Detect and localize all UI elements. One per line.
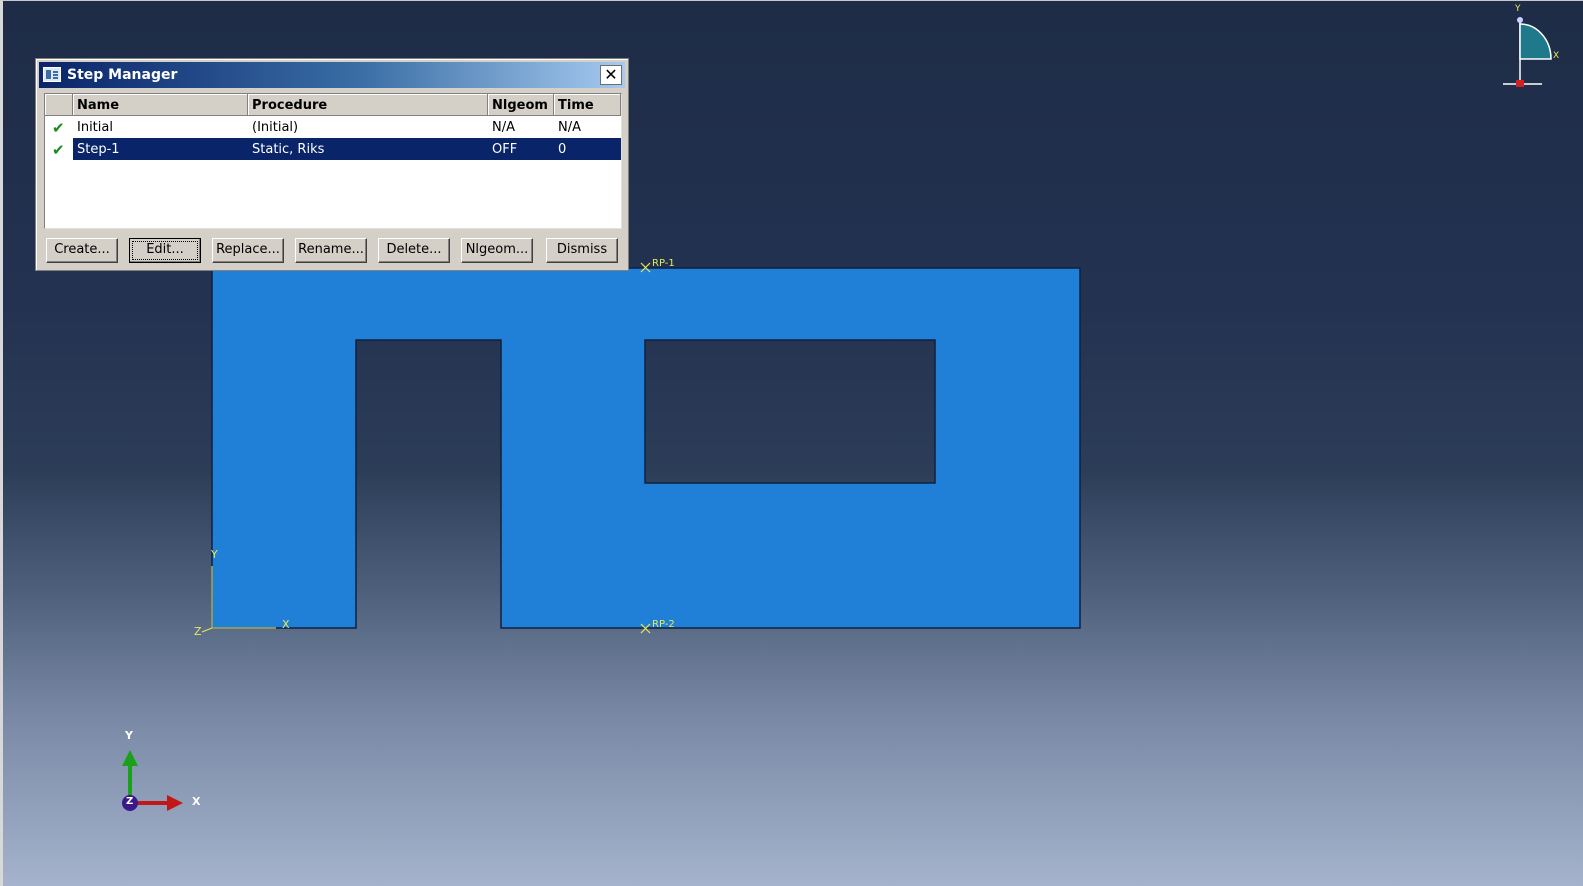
procedure-cell: (Initial) xyxy=(252,120,299,135)
nlgeom-column-header[interactable]: Nlgeom xyxy=(488,94,554,116)
table-header: Name Procedure Nlgeom Time xyxy=(45,94,621,116)
local-axis-z-label: Z xyxy=(194,625,202,638)
table-row[interactable]: ✔ Initial (Initial) N/A N/A xyxy=(45,116,621,138)
check-icon: ✔ xyxy=(52,119,65,137)
rename-button[interactable]: Rename... xyxy=(295,238,367,263)
procedure-cell: Static, Riks xyxy=(248,138,488,160)
step-manager-icon xyxy=(43,67,61,82)
rp2-label[interactable]: RP-2 xyxy=(652,619,675,630)
part-geometry[interactable] xyxy=(211,267,1081,629)
triad-x-label: X xyxy=(192,795,201,808)
time-cell: 0 xyxy=(554,138,621,160)
step-name-cell: Step-1 xyxy=(73,138,248,160)
triad-z-label: Z xyxy=(126,796,134,807)
local-axis-y-label: Y xyxy=(211,548,218,561)
steps-table[interactable]: Name Procedure Nlgeom Time ✔ Initial (In… xyxy=(44,93,622,229)
local-axis-x-label: X xyxy=(282,618,290,631)
table-row-selected[interactable]: ✔ Step-1 Static, Riks OFF 0 xyxy=(45,138,621,160)
create-button[interactable]: Create... xyxy=(46,238,118,263)
view-orientation-icon xyxy=(1503,17,1552,87)
replace-button[interactable]: Replace... xyxy=(212,238,284,263)
dismiss-button[interactable]: Dismiss xyxy=(546,238,618,263)
procedure-column-header[interactable]: Procedure xyxy=(248,94,488,116)
edit-button[interactable]: Edit... xyxy=(129,238,201,263)
rp1-label[interactable]: RP-1 xyxy=(652,258,675,269)
dialog-titlebar[interactable]: Step Manager ✕ xyxy=(39,62,625,88)
nlgeom-cell: N/A xyxy=(492,120,515,135)
step-manager-dialog[interactable]: Step Manager ✕ Name Procedure Nlgeom Tim… xyxy=(35,58,629,271)
close-button[interactable]: ✕ xyxy=(600,65,622,85)
time-column-header[interactable]: Time xyxy=(554,94,621,116)
status-column-header[interactable] xyxy=(45,94,73,116)
delete-button[interactable]: Delete... xyxy=(378,238,450,263)
name-column-header[interactable]: Name xyxy=(73,94,248,116)
nlgeom-cell: OFF xyxy=(488,138,554,160)
step-name-cell: Initial xyxy=(77,120,113,135)
triad-y-label: Y xyxy=(125,729,133,742)
time-cell: N/A xyxy=(558,120,581,135)
nlgeom-button[interactable]: Nlgeom... xyxy=(461,238,533,263)
dialog-title: Step Manager xyxy=(67,67,178,83)
view-cube-y-label: Y xyxy=(1515,4,1521,14)
view-cube-x-label: X xyxy=(1553,51,1560,61)
check-icon: ✔ xyxy=(52,141,65,159)
